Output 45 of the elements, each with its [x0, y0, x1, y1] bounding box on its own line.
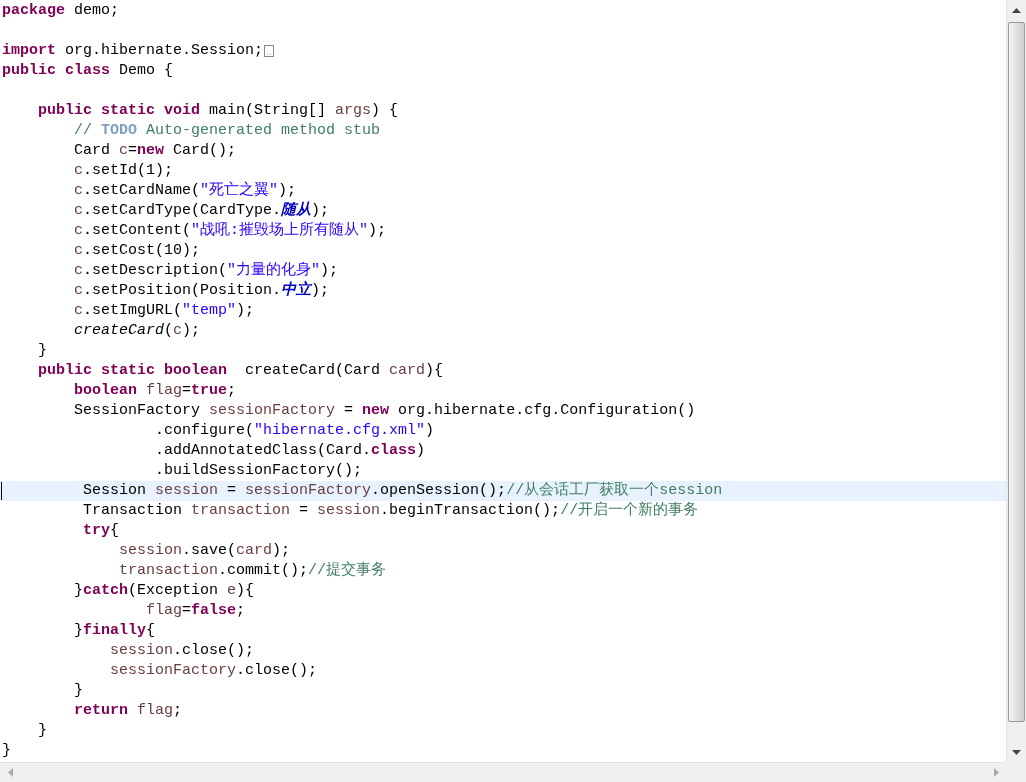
code-line: c.setImgURL("temp"); [73, 301, 255, 321]
code-line: import org.hibernate.Session; [2, 41, 264, 61]
code-line: public static void main(String[] args) { [37, 101, 399, 121]
code-line: try{ [82, 521, 120, 541]
code-line: session.save(card); [118, 541, 291, 561]
code-line: .configure("hibernate.cfg.xml") [154, 421, 435, 441]
code-line: } [37, 721, 47, 741]
code-line: return flag; [73, 701, 183, 721]
code-line: c.setPosition(Position.中立); [73, 281, 330, 301]
down-arrow-icon [1012, 749, 1021, 755]
code-line: .addAnnotatedClass(Card.class) [154, 441, 426, 461]
code-line: sessionFactory.close(); [109, 661, 318, 681]
fold-marker-icon[interactable] [264, 45, 275, 57]
scrollbar-thumb[interactable] [1008, 22, 1025, 722]
code-line: } [73, 681, 83, 701]
code-line: flag=false; [145, 601, 246, 621]
code-line: package demo; [2, 1, 120, 21]
code-line: transaction.commit();//提交事务 [118, 561, 387, 581]
code-line: Transaction transaction = session.beginTransaction();//开启一个新的事务 [82, 501, 699, 521]
code-line: Card c=new Card(); [73, 141, 237, 161]
code-line: // TODO Auto-generated method stub [73, 121, 381, 141]
code-line: c.setCardName("死亡之翼"); [73, 181, 297, 201]
code-line: c.setCardType(CardType.随从); [73, 201, 330, 221]
code-line: SessionFactory sessionFactory = new org.hibernate.cfg.Configuration() [73, 401, 696, 421]
right-arrow-icon [993, 768, 999, 777]
text-cursor [1, 482, 2, 500]
code-line: public static boolean createCard(Card card){ [37, 361, 444, 381]
code-line: c.setDescription("力量的化身"); [73, 261, 339, 281]
code-line: } [2, 741, 11, 761]
left-arrow-icon [7, 768, 13, 777]
code-line: boolean flag=true; [73, 381, 237, 401]
code-line: Session session = sessionFactory.openSession();//从会话工厂获取一个session [82, 481, 723, 501]
code-line: createCard(c); [73, 321, 201, 341]
code-line: public class Demo { [2, 61, 174, 81]
code-line: c.setId(1); [73, 161, 174, 181]
horizontal-scrollbar[interactable] [0, 762, 1006, 782]
code-line: } [37, 341, 47, 361]
code-line: }catch(Exception e){ [73, 581, 255, 601]
code-line: }finally{ [73, 621, 156, 641]
vertical-scrollbar[interactable] [1006, 0, 1026, 762]
code-line: c.setCost(10); [73, 241, 201, 261]
up-arrow-icon [1012, 7, 1021, 13]
code-line: .buildSessionFactory(); [154, 461, 363, 481]
code-line: session.close(); [109, 641, 255, 661]
code-line: c.setContent("战吼:摧毁场上所有随从"); [73, 221, 387, 241]
